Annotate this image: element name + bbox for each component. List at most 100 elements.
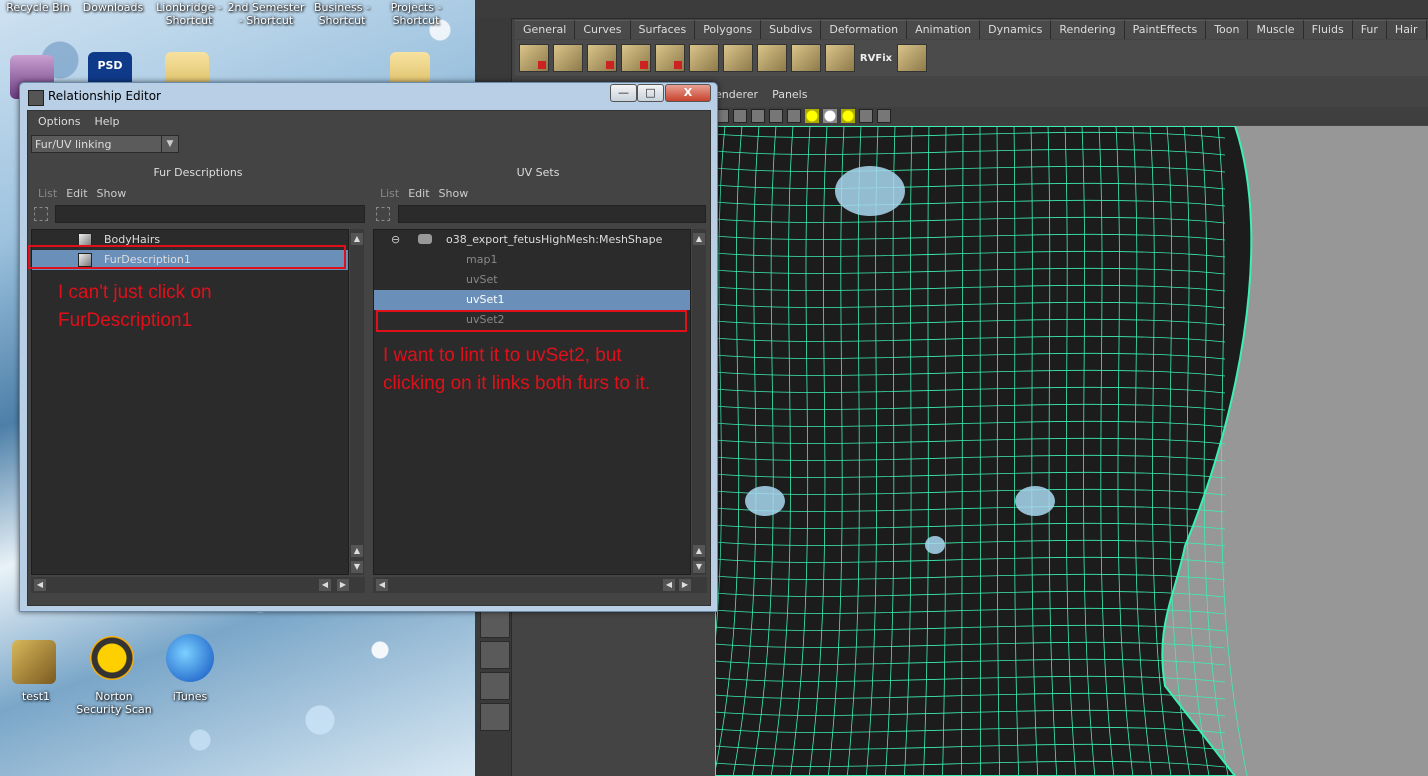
desktop-icon-label[interactable]: iTunes <box>160 690 220 703</box>
left-horizontal-scrollbar[interactable]: ◀ ◀ ▶ <box>31 577 365 593</box>
shelf-tab-toon[interactable]: Toon <box>1206 20 1249 39</box>
checker-icon[interactable] <box>787 109 801 123</box>
fur-light-icon[interactable] <box>825 44 855 72</box>
graph-editor-icon[interactable] <box>480 610 510 638</box>
cube-icon[interactable] <box>751 109 765 123</box>
minimize-button[interactable]: — <box>610 84 637 102</box>
fur-shadow-icon[interactable] <box>791 44 821 72</box>
filter-icon[interactable] <box>34 207 48 221</box>
scroll-up-arrow[interactable]: ▲ <box>693 545 705 557</box>
collapse-icon[interactable]: ⊖ <box>391 230 400 250</box>
smooth-shade-icon[interactable] <box>769 109 783 123</box>
desktop-icon-label[interactable]: Recycle Bin <box>4 1 72 14</box>
shelf-tab-surfaces[interactable]: Surfaces <box>630 20 696 39</box>
menu-renderer[interactable]: enderer <box>715 88 758 106</box>
shelf-tab-rendering[interactable]: Rendering <box>1051 20 1125 39</box>
left-vertical-scrollbar[interactable]: ▲ ▲ ▼ <box>350 229 364 575</box>
shelf-tab-curves[interactable]: Curves <box>575 20 631 39</box>
uv-set-list[interactable]: ⊖ o38_export_fetusHighMesh:MeshShape map… <box>373 229 691 575</box>
desktop-icon-label[interactable]: Lionbridge - Shortcut <box>150 1 228 27</box>
scroll-down-arrow[interactable]: ▼ <box>351 561 363 573</box>
scroll-up-arrow[interactable]: ▲ <box>351 545 363 557</box>
fur-render-icon[interactable] <box>897 44 927 72</box>
shelf-tab-animation[interactable]: Animation <box>907 20 981 39</box>
annotation-note-left: I can't just click on FurDescription1 <box>58 279 212 335</box>
fur-update-icon[interactable] <box>723 44 753 72</box>
shadow-icon[interactable] <box>823 109 837 123</box>
window-title-bar[interactable]: Relationship Editor — □ X <box>20 83 717 109</box>
mesh-highlight <box>835 166 905 216</box>
light-icon[interactable] <box>805 109 819 123</box>
shelf-tab-dynamics[interactable]: Dynamics <box>980 20 1052 39</box>
right-horizontal-scrollbar[interactable]: ◀ ◀ ▶ <box>373 577 707 593</box>
texture-icon[interactable] <box>733 109 747 123</box>
right-menu-show[interactable]: Show <box>439 187 469 200</box>
menu-panels[interactable]: Panels <box>772 88 807 106</box>
head-wireframe-mesh <box>715 126 1253 776</box>
uv-set-item[interactable]: map1 <box>374 250 690 270</box>
fur-paint-icon[interactable] <box>655 44 685 72</box>
scroll-right-arrow[interactable]: ▶ <box>337 579 349 591</box>
linking-mode-dropdown[interactable]: Fur/UV linking ▼ <box>31 135 179 153</box>
rvfix-button[interactable]: RVFix <box>859 53 893 64</box>
left-menu-edit[interactable]: Edit <box>66 187 87 200</box>
close-button[interactable]: X <box>665 84 711 102</box>
fur-create-icon[interactable] <box>519 44 549 72</box>
viewport-3d[interactable] <box>715 126 1428 776</box>
maximize-button[interactable]: □ <box>637 84 664 102</box>
desktop-icon-label[interactable]: test1 <box>8 690 64 703</box>
shelf-tab-subdivs[interactable]: Subdivs <box>761 20 822 39</box>
xray-icon[interactable] <box>877 109 891 123</box>
annotation-box-uvset2 <box>376 310 687 332</box>
shelf-tab-fluids[interactable]: Fluids <box>1303 20 1353 39</box>
fur-edit-icon[interactable] <box>587 44 617 72</box>
shelf-tab-polygons[interactable]: Polygons <box>695 20 762 39</box>
scroll-left-arrow[interactable]: ◀ <box>319 579 331 591</box>
norton-icon[interactable] <box>90 636 134 680</box>
hypershade-icon[interactable] <box>480 641 510 669</box>
desktop-icon-label[interactable]: Business - Shortcut <box>306 1 378 27</box>
desktop-icon-label[interactable]: Norton Security Scan <box>72 690 156 716</box>
uv-set-item-selected[interactable]: uvSet1 <box>374 290 690 310</box>
shelf-tab-muscle[interactable]: Muscle <box>1248 20 1304 39</box>
filter-icon[interactable] <box>376 207 390 221</box>
fur-uv-icon[interactable] <box>689 44 719 72</box>
fur-attach-icon[interactable] <box>553 44 583 72</box>
shelf-tab-deformation[interactable]: Deformation <box>821 20 908 39</box>
fur-offset-icon[interactable] <box>757 44 787 72</box>
desktop-icon-label[interactable]: Projects - Shortcut <box>380 1 452 27</box>
mesh-shape-item[interactable]: ⊖ o38_export_fetusHighMesh:MeshShape <box>374 230 690 250</box>
right-vertical-scrollbar[interactable]: ▲ ▲ ▼ <box>692 229 706 575</box>
shelf-tab-general[interactable]: General <box>515 20 576 39</box>
desktop-icon-label[interactable]: Downloads <box>80 1 146 14</box>
outliner-icon[interactable] <box>480 672 510 700</box>
left-menu-list[interactable]: List <box>38 187 57 200</box>
menu-options[interactable]: Options <box>38 115 80 131</box>
dope-sheet-icon[interactable] <box>480 703 510 731</box>
right-filter-input[interactable] <box>398 205 706 223</box>
annotation-box-furdescription1 <box>28 245 346 269</box>
right-menu-edit[interactable]: Edit <box>408 187 429 200</box>
test1-file-icon[interactable] <box>12 640 56 684</box>
left-filter-input[interactable] <box>55 205 365 223</box>
uv-set-item[interactable]: uvSet <box>374 270 690 290</box>
isolate-icon[interactable] <box>859 109 873 123</box>
scroll-left-arrow[interactable]: ◀ <box>34 579 46 591</box>
linking-mode-value: Fur/UV linking <box>35 138 112 151</box>
scroll-up-arrow[interactable]: ▲ <box>693 233 705 245</box>
fur-delete-icon[interactable] <box>621 44 651 72</box>
scroll-right-arrow[interactable]: ▶ <box>679 579 691 591</box>
scroll-left-arrow[interactable]: ◀ <box>663 579 675 591</box>
shelf-tab-hair[interactable]: Hair <box>1386 20 1427 39</box>
desktop-icon-label[interactable]: 2nd Semester - Shortcut <box>226 1 306 27</box>
left-menu-show[interactable]: Show <box>97 187 127 200</box>
highlight-icon[interactable] <box>841 109 855 123</box>
scroll-down-arrow[interactable]: ▼ <box>693 561 705 573</box>
shelf-tab-fur[interactable]: Fur <box>1352 20 1387 39</box>
shelf-tab-painteffects[interactable]: PaintEffects <box>1124 20 1207 39</box>
menu-help[interactable]: Help <box>94 115 119 131</box>
right-menu-list[interactable]: List <box>380 187 399 200</box>
scroll-up-arrow[interactable]: ▲ <box>351 233 363 245</box>
itunes-icon[interactable] <box>166 634 214 682</box>
scroll-left-arrow[interactable]: ◀ <box>376 579 388 591</box>
